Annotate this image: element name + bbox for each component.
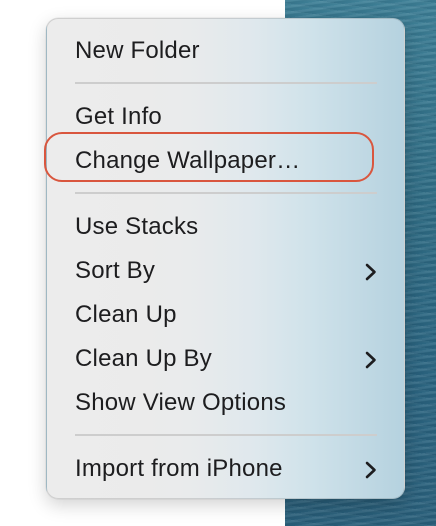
menu-separator (75, 192, 377, 194)
menu-item-label: Use Stacks (75, 213, 199, 240)
menu-item-label: Clean Up (75, 301, 177, 328)
desktop-context-menu: New Folder Get Info Change Wallpaper… Us… (46, 18, 405, 499)
chevron-right-icon (364, 459, 378, 479)
menu-separator (75, 434, 377, 436)
menu-item-label: Import from iPhone (75, 455, 283, 482)
menu-item-change-wallpaper[interactable]: Change Wallpaper… (47, 141, 404, 181)
menu-item-use-stacks[interactable]: Use Stacks (47, 207, 404, 247)
chevron-right-icon (364, 349, 378, 369)
menu-item-label: Get Info (75, 103, 162, 130)
menu-item-label: Clean Up By (75, 345, 212, 372)
chevron-right-icon (364, 261, 378, 281)
menu-item-label: Change Wallpaper… (75, 147, 301, 174)
menu-item-new-folder[interactable]: New Folder (47, 31, 404, 71)
menu-item-show-view-options[interactable]: Show View Options (47, 383, 404, 423)
menu-item-label: Show View Options (75, 389, 287, 416)
menu-separator (75, 82, 377, 84)
menu-item-clean-up[interactable]: Clean Up (47, 295, 404, 335)
menu-item-label: Sort By (75, 257, 156, 284)
menu-item-get-info[interactable]: Get Info (47, 97, 404, 137)
menu-item-clean-up-by[interactable]: Clean Up By (47, 339, 404, 379)
menu-item-label: New Folder (75, 37, 200, 64)
menu-item-import-from-iphone[interactable]: Import from iPhone (47, 449, 404, 489)
menu-item-sort-by[interactable]: Sort By (47, 251, 404, 291)
